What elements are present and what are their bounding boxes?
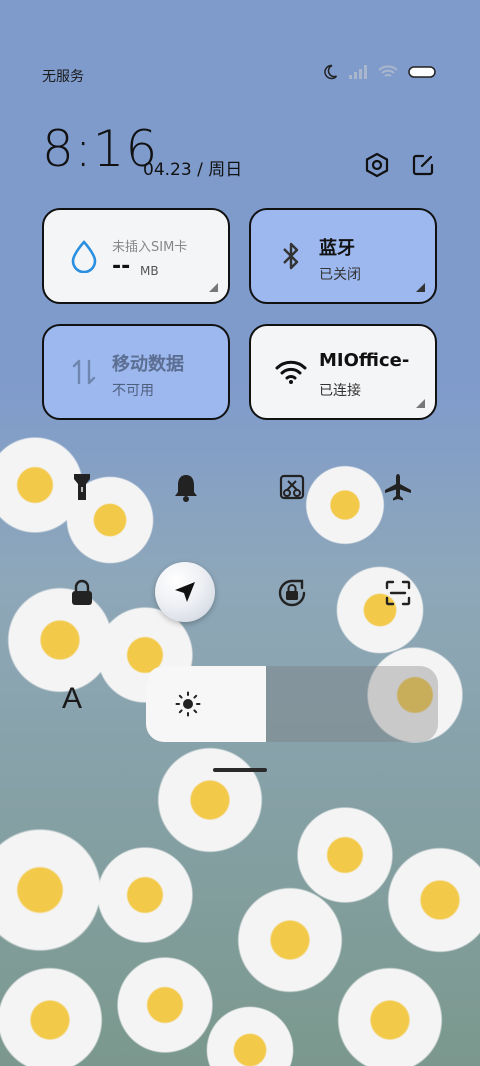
signal-icon xyxy=(349,65,367,79)
mobile-data-label: 移动数据 xyxy=(112,354,184,375)
scan-icon xyxy=(385,580,411,606)
expand-corner-icon xyxy=(416,283,425,292)
scan-toggle[interactable] xyxy=(378,573,418,613)
data-usage-value: -- xyxy=(112,254,131,279)
panel-drag-handle[interactable] xyxy=(213,768,267,772)
water-drop-icon xyxy=(66,238,102,274)
edit-icon xyxy=(412,154,434,176)
screenshot-icon xyxy=(279,474,305,500)
lock-toggle[interactable] xyxy=(62,573,102,613)
daisy-flower xyxy=(230,880,350,1000)
bell-icon xyxy=(175,475,197,502)
date-label: 04.23 / 周日 xyxy=(143,160,243,180)
edit-button[interactable] xyxy=(406,148,440,182)
silent-toggle[interactable] xyxy=(166,467,206,507)
expand-corner-icon xyxy=(209,283,218,292)
font-size-button[interactable]: A xyxy=(62,682,82,716)
screenshot-toggle[interactable] xyxy=(272,467,312,507)
mobile-data-tile[interactable]: 移动数据 不可用 xyxy=(42,324,230,420)
clock-time: 8:16 xyxy=(42,120,159,178)
rotation-lock-toggle[interactable] xyxy=(272,573,312,613)
rotation-lock-icon xyxy=(278,579,306,607)
airplane-icon xyxy=(385,474,411,501)
bluetooth-tile[interactable]: 蓝牙 已关闭 xyxy=(249,208,437,304)
wifi-status: 已连接 xyxy=(319,383,361,399)
flashlight-icon xyxy=(74,474,90,500)
settings-hexagon-icon xyxy=(365,152,389,178)
location-toggle[interactable] xyxy=(155,562,215,622)
wifi-icon xyxy=(273,354,309,390)
daisy-flower xyxy=(300,460,390,550)
data-usage-unit: MB xyxy=(140,264,159,278)
data-arrows-icon xyxy=(66,354,102,390)
wifi-icon xyxy=(378,65,398,77)
daisy-flower xyxy=(150,740,270,860)
airplane-toggle[interactable] xyxy=(378,467,418,507)
location-icon xyxy=(175,582,195,602)
carrier-label: 无服务 xyxy=(42,69,84,85)
sun-icon xyxy=(174,690,202,718)
lock-icon xyxy=(72,579,92,605)
flashlight-toggle[interactable] xyxy=(62,467,102,507)
sim-status-label: 未插入SIM卡 xyxy=(112,240,188,255)
bluetooth-icon xyxy=(273,238,309,274)
settings-button[interactable] xyxy=(360,148,394,182)
bluetooth-status: 已关闭 xyxy=(319,267,361,283)
battery-icon xyxy=(408,66,436,78)
data-usage-tile[interactable]: 未插入SIM卡 -- MB xyxy=(42,208,230,304)
brightness-fill xyxy=(146,666,266,742)
status-icons xyxy=(322,64,436,80)
brightness-slider[interactable] xyxy=(146,666,438,742)
wifi-network-name: MIOffice- xyxy=(319,350,410,371)
bluetooth-label: 蓝牙 xyxy=(319,238,355,259)
wifi-tile[interactable]: MIOffice- 已连接 xyxy=(249,324,437,420)
status-bar: 无服务 xyxy=(0,60,480,92)
daisy-flower xyxy=(90,840,200,950)
mobile-data-status: 不可用 xyxy=(112,383,154,399)
expand-corner-icon xyxy=(416,399,425,408)
moon-icon xyxy=(324,64,338,80)
